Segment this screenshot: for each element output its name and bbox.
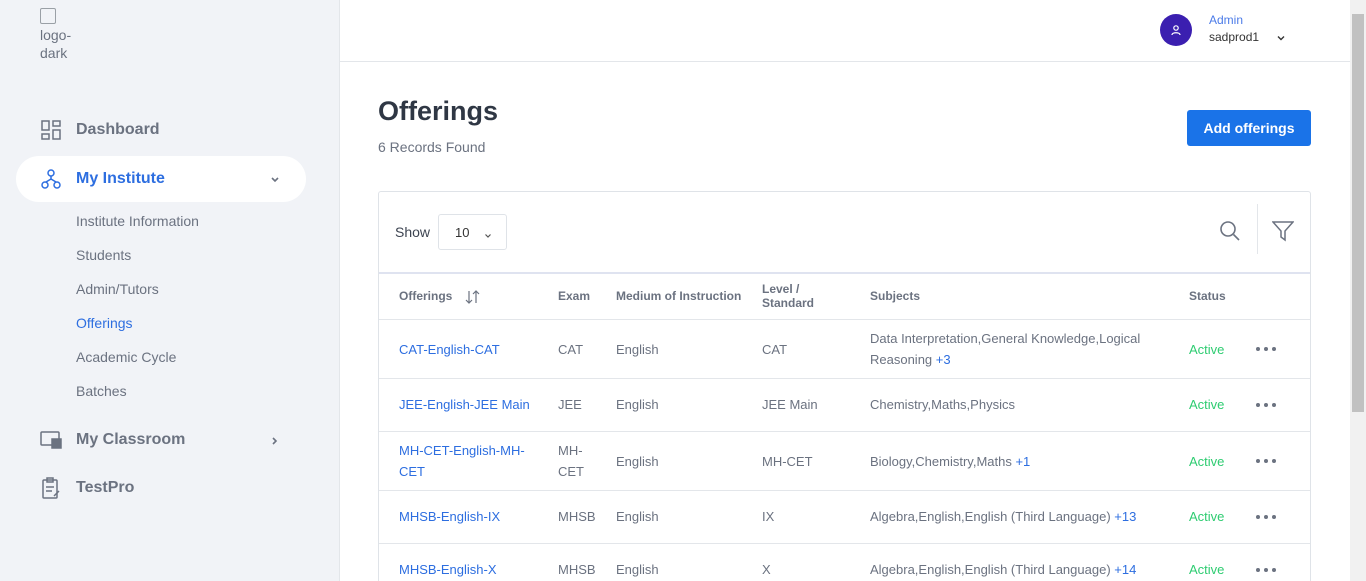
column-header-level: Level / Standard (762, 282, 815, 310)
medium-cell: English (616, 342, 659, 357)
medium-cell: English (616, 397, 659, 412)
scrollbar[interactable] (1350, 0, 1366, 581)
subjects-text: Algebra,English,English (Third Language) (870, 562, 1111, 577)
scrollbar-thumb[interactable] (1352, 14, 1364, 412)
subjects-text: Chemistry,Maths,Physics (870, 397, 1015, 412)
subjects-cell: Algebra,English,English (Third Language)… (870, 559, 1170, 580)
more-actions-icon[interactable] (1256, 347, 1276, 353)
page-title: Offerings (378, 96, 499, 126)
status-badge: Active (1189, 342, 1225, 357)
table-row: CAT-English-CAT CAT English CAT Data Int… (379, 320, 1310, 379)
show-label: Show (395, 224, 431, 240)
column-header-exam: Exam (558, 289, 591, 303)
clipboard-icon (40, 477, 62, 499)
offering-link[interactable]: MHSB-English-X (399, 559, 497, 580)
exam-cell: MHSB (558, 509, 596, 524)
search-icon[interactable] (1219, 220, 1245, 246)
filter-icon[interactable] (1271, 220, 1298, 246)
sidebar-item-label: Dashboard (76, 121, 160, 138)
top-header: Admin sadprod1 (340, 0, 1350, 62)
sort-icon[interactable] (465, 290, 481, 307)
sidebar-item-label: TestPro (76, 479, 135, 496)
status-badge: Active (1189, 454, 1225, 469)
table-row: MH-CET-English-MH-CET MH-CET English MH-… (379, 432, 1310, 491)
offering-link[interactable]: JEE-English-JEE Main (399, 394, 530, 415)
level-cell: CAT (762, 342, 788, 357)
more-subjects-badge[interactable]: +1 (1015, 454, 1030, 469)
chevron-down-icon (270, 172, 280, 190)
subjects-text: Algebra,English,English (Third Language) (870, 509, 1111, 524)
sidebar-subitem-admin-tutors[interactable]: Admin/Tutors (76, 281, 159, 297)
institute-icon (40, 168, 62, 190)
more-actions-icon[interactable] (1256, 459, 1276, 465)
add-offerings-button[interactable]: Add offerings (1187, 110, 1311, 146)
records-count: 6 Records Found (378, 139, 486, 155)
column-header-medium: Medium of Instruction (616, 289, 742, 303)
chevron-down-icon[interactable] (1276, 30, 1286, 46)
level-cell: JEE Main (762, 397, 818, 412)
divider (1257, 204, 1258, 254)
more-subjects-badge[interactable]: +3 (936, 352, 951, 367)
logo[interactable]: logo-dark (40, 8, 80, 58)
sidebar-subitem-students[interactable]: Students (76, 247, 131, 263)
medium-cell: English (616, 454, 659, 469)
more-subjects-badge[interactable]: +14 (1114, 562, 1136, 577)
column-header-status: Status (1189, 289, 1226, 303)
exam-cell: MH-CET (558, 443, 584, 479)
chevron-right-icon (270, 433, 280, 451)
offering-link[interactable]: CAT-English-CAT (399, 339, 500, 360)
medium-cell: English (616, 562, 659, 577)
chevron-down-icon (484, 228, 492, 243)
status-badge: Active (1189, 509, 1225, 524)
offering-link[interactable]: MHSB-English-IX (399, 506, 500, 527)
subjects-cell: Data Interpretation,General Knowledge,Lo… (870, 328, 1160, 370)
subjects-cell: Algebra,English,English (Third Language)… (870, 506, 1170, 527)
sidebar-subitem-offerings[interactable]: Offerings (76, 315, 133, 331)
column-header-subjects: Subjects (870, 289, 921, 303)
exam-cell: MHSB (558, 562, 596, 577)
more-actions-icon[interactable] (1256, 403, 1276, 409)
subjects-cell: Biology,Chemistry,Maths +1 (870, 451, 1160, 472)
sidebar-item-my-institute[interactable]: My Institute (16, 156, 306, 202)
avatar[interactable] (1160, 14, 1192, 46)
sidebar-item-label: My Classroom (76, 431, 186, 448)
classroom-icon (40, 429, 62, 451)
logo-alt-text: logo-dark (40, 27, 72, 58)
sidebar-item-testpro[interactable]: TestPro (16, 465, 306, 511)
offering-link[interactable]: MH-CET-English-MH-CET (399, 440, 529, 482)
status-badge: Active (1189, 397, 1225, 412)
sidebar: logo-dark Dashboard My Institute Institu… (0, 0, 340, 581)
column-header-offerings[interactable]: Offerings (399, 289, 452, 303)
page-size-select[interactable]: 10 (438, 214, 507, 250)
sidebar-item-label: My Institute (76, 170, 165, 187)
table-row: MHSB-English-IX MHSB English IX Algebra,… (379, 491, 1310, 544)
dashboard-icon (40, 119, 62, 141)
more-actions-icon[interactable] (1256, 515, 1276, 521)
sidebar-item-my-classroom[interactable]: My Classroom (16, 417, 306, 463)
sidebar-item-dashboard[interactable]: Dashboard (16, 107, 306, 153)
user-role: Admin (1209, 13, 1244, 27)
table-row: MHSB-English-X MHSB English X Algebra,En… (379, 544, 1310, 581)
level-cell: X (762, 562, 771, 577)
broken-image-icon (40, 8, 56, 24)
user-name[interactable]: sadprod1 (1209, 30, 1259, 44)
more-actions-icon[interactable] (1256, 568, 1276, 574)
table-header: Offerings Exam Medium of Instruction Lev… (379, 272, 1310, 320)
status-badge: Active (1189, 562, 1225, 577)
medium-cell: English (616, 509, 659, 524)
table-row: JEE-English-JEE Main JEE English JEE Mai… (379, 379, 1310, 432)
offerings-table-card: Show 10 Offerings Exam Medium of Instruc… (378, 191, 1311, 581)
subjects-text: Biology,Chemistry,Maths (870, 454, 1012, 469)
subjects-text: Data Interpretation,General Knowledge,Lo… (870, 331, 1141, 367)
exam-cell: CAT (558, 342, 584, 357)
more-subjects-badge[interactable]: +13 (1114, 509, 1136, 524)
sidebar-subitem-academic-cycle[interactable]: Academic Cycle (76, 349, 176, 365)
subjects-cell: Chemistry,Maths,Physics (870, 394, 1160, 415)
sidebar-subitem-institute-information[interactable]: Institute Information (76, 213, 199, 229)
level-cell: IX (762, 509, 775, 524)
exam-cell: JEE (558, 397, 582, 412)
sidebar-subitem-batches[interactable]: Batches (76, 383, 127, 399)
level-cell: MH-CET (762, 454, 813, 469)
page-size-value: 10 (455, 224, 470, 240)
